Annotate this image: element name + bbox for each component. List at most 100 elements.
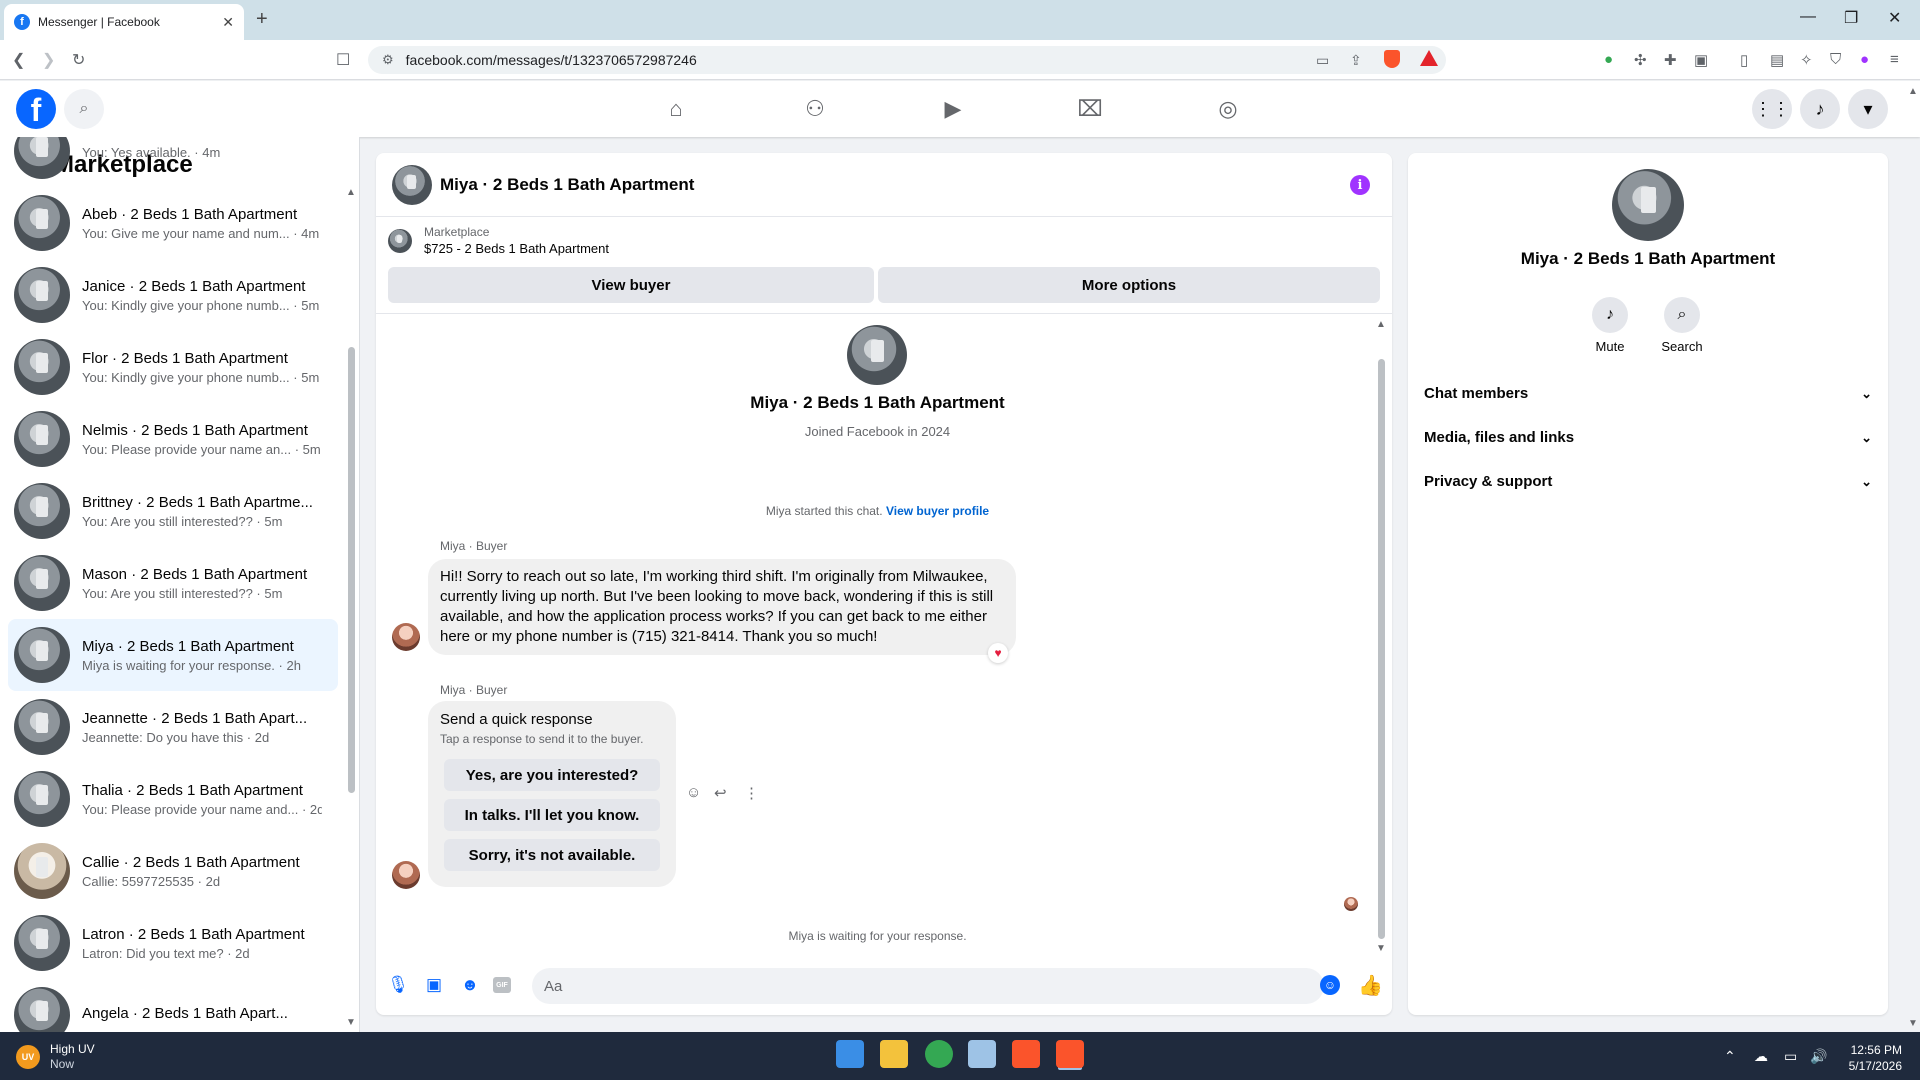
message-bubble[interactable]: Hi!! Sorry to reach out so late, I'm wor…	[428, 559, 1016, 655]
buyer-avatar-2[interactable]	[392, 861, 420, 889]
maximize-button[interactable]: ❐	[1844, 8, 1858, 28]
wallet-icon[interactable]: ▤	[1770, 51, 1784, 69]
scroll-up-arrow-icon[interactable]: ▲	[346, 187, 356, 198]
back-icon[interactable]: ❮	[12, 50, 25, 70]
conversation-item[interactable]: Abeb · 2 Beds 1 Bath Apartment You: Give …	[8, 187, 338, 259]
groups-icon[interactable]: ◎	[1210, 91, 1246, 127]
page-scroll-down-icon[interactable]: ▼	[1908, 1018, 1918, 1029]
brave-rewards-icon[interactable]	[1420, 50, 1438, 66]
conversation-item[interactable]: Thalia · 2 Beds 1 Bath Apartment You: Ple…	[8, 763, 338, 835]
network-icon[interactable]: ▭	[1784, 1048, 1797, 1065]
leo-ai-icon[interactable]: ✧	[1800, 51, 1813, 69]
more-actions-icon[interactable]: ⋮	[744, 784, 759, 802]
conversation-item[interactable]: Latron · 2 Beds 1 Bath Apartment Latron: …	[8, 907, 338, 979]
notifications-bell-icon[interactable]: ♪	[1800, 89, 1840, 129]
conversation-item[interactable]: Miya · 2 Beds 1 Bath Apartment Miya is wa…	[8, 619, 338, 691]
extension-green-icon[interactable]: ●	[1604, 51, 1613, 68]
screenshot-icon[interactable]: ▣	[1694, 51, 1708, 69]
privacy-support-section[interactable]: Privacy & support ⌄	[1424, 473, 1872, 490]
photo-icon[interactable]: ▣	[424, 975, 444, 995]
home-icon[interactable]: ⌂	[658, 91, 694, 127]
browser-tab[interactable]: f Messenger | Facebook ✕	[4, 4, 244, 40]
gif-icon[interactable]: GIF	[493, 977, 511, 993]
brave-shields-icon[interactable]	[1384, 50, 1400, 68]
install-app-icon[interactable]: ▭	[1316, 52, 1329, 69]
taskbar-clock[interactable]: 12:56 PM 5/17/2026	[1842, 1042, 1902, 1074]
weather-widget[interactable]: UV High UV Now	[16, 1042, 95, 1072]
bookmark-icon[interactable]: ☐	[336, 50, 350, 70]
forward-icon[interactable]: ❯	[42, 50, 55, 70]
react-icon[interactable]: ☺	[686, 784, 701, 801]
address-bar[interactable]: ⚙ facebook.com/messages/t/13237065729872…	[368, 46, 1446, 74]
search-icon[interactable]: ⌕	[64, 89, 104, 129]
chat-scroll-down-icon[interactable]: ▼	[1376, 943, 1386, 954]
chat-scroll-up-icon[interactable]: ▲	[1376, 319, 1386, 330]
minimize-button[interactable]: —	[1800, 8, 1816, 26]
reload-icon[interactable]: ↻	[72, 50, 85, 70]
quick-response-unavailable-button[interactable]: Sorry, it's not available.	[444, 839, 660, 871]
reply-icon[interactable]: ↩	[714, 784, 727, 802]
conversation-item[interactable]: Angela · 2 Beds 1 Bath Apart...	[8, 979, 338, 1032]
emoji-icon[interactable]: ☺	[1320, 975, 1340, 995]
profile-avatar[interactable]	[847, 325, 907, 385]
search-button[interactable]: ⌕ Search	[1642, 297, 1722, 354]
microphone-icon[interactable]: 🎙	[387, 975, 409, 995]
sidebar-icon[interactable]: ▯	[1740, 51, 1748, 69]
quick-response-talks-button[interactable]: In talks. I'll let you know.	[444, 799, 660, 831]
menu-grid-icon[interactable]: ⋮⋮	[1752, 89, 1792, 129]
listing-summary[interactable]: Marketplace $725 - 2 Beds 1 Bath Apartme…	[388, 225, 609, 256]
conversation-item[interactable]: Callie · 2 Beds 1 Bath Apartment Callie: …	[8, 835, 338, 907]
onedrive-icon[interactable]: ☁	[1754, 1048, 1768, 1065]
conversation-item[interactable]: Jeannette · 2 Beds 1 Bath Apart... Jeanne…	[8, 691, 338, 763]
extension-icon[interactable]: ✣	[1634, 51, 1647, 69]
conversation-item[interactable]: Flor · 2 Beds 1 Bath Apartment You: Kindl…	[8, 331, 338, 403]
facebook-logo-icon[interactable]: f	[16, 89, 56, 129]
page-scroll-up-icon[interactable]: ▲	[1908, 86, 1918, 97]
conversation-item[interactable]: Nelmis · 2 Beds 1 Bath Apartment You: Ple…	[8, 403, 338, 475]
message-input[interactable]: Aa	[532, 968, 1324, 1004]
conversation-item[interactable]: You: Yes available. · 4m	[8, 137, 338, 187]
sticker-icon[interactable]: ☻	[460, 975, 480, 995]
video-icon[interactable]: ▶	[935, 91, 971, 127]
buyer-avatar[interactable]	[392, 623, 420, 651]
tab-close-icon[interactable]: ✕	[222, 14, 234, 31]
share-icon[interactable]: ⇪	[1350, 52, 1362, 69]
volume-icon[interactable]: 🔊	[1810, 1048, 1827, 1065]
mute-button[interactable]: ♪ Mute	[1570, 297, 1650, 354]
conversation-item[interactable]: Mason · 2 Beds 1 Bath Apartment You: Are …	[8, 547, 338, 619]
thumbs-up-icon[interactable]: 👍	[1358, 973, 1383, 998]
chat-members-section[interactable]: Chat members ⌄	[1424, 385, 1872, 402]
conversation-scrollbar[interactable]	[348, 347, 355, 793]
conversation-item[interactable]: Brittney · 2 Beds 1 Bath Apartme... You: …	[8, 475, 338, 547]
brave-taskbar-icon[interactable]	[1012, 1040, 1040, 1068]
close-window-button[interactable]: ✕	[1888, 8, 1901, 28]
media-files-section[interactable]: Media, files and links ⌄	[1424, 429, 1872, 446]
scroll-down-arrow-icon[interactable]: ▼	[346, 1017, 356, 1028]
details-avatar[interactable]	[1612, 169, 1684, 241]
start-icon[interactable]	[836, 1040, 864, 1068]
heart-reaction-icon[interactable]: ♥	[988, 643, 1008, 663]
conversation-item[interactable]: Janice · 2 Beds 1 Bath Apartment You: Kin…	[8, 259, 338, 331]
chrome-icon[interactable]	[925, 1040, 953, 1068]
view-buyer-profile-link[interactable]: View buyer profile	[886, 504, 989, 518]
chat-title[interactable]: Miya · 2 Beds 1 Bath Apartment	[440, 175, 694, 195]
chat-scrollbar[interactable]	[1378, 359, 1385, 939]
friends-icon[interactable]: ⚇	[797, 91, 833, 127]
account-dropdown-icon[interactable]: ▾	[1848, 89, 1888, 129]
info-icon[interactable]: i	[1350, 175, 1370, 195]
menu-icon[interactable]: ≡	[1890, 51, 1899, 68]
file-explorer-icon[interactable]	[880, 1040, 908, 1068]
vpn-icon[interactable]: ⛉	[1830, 51, 1841, 68]
tray-overflow-icon[interactable]: ⌃	[1724, 1048, 1736, 1065]
view-buyer-button[interactable]: View buyer	[388, 267, 874, 303]
marketplace-icon[interactable]: ⌧	[1072, 91, 1108, 127]
extensions-puzzle-icon[interactable]: ✚	[1664, 51, 1677, 69]
brave-active-taskbar-icon[interactable]	[1056, 1040, 1084, 1068]
site-settings-icon[interactable]: ⚙	[382, 52, 394, 68]
notepad-icon[interactable]	[968, 1040, 996, 1068]
chat-avatar[interactable]	[392, 165, 432, 205]
quick-response-yes-button[interactable]: Yes, are you interested?	[444, 759, 660, 791]
more-options-button[interactable]: More options	[878, 267, 1380, 303]
profile-icon[interactable]: ●	[1860, 51, 1869, 68]
new-tab-button[interactable]: +	[256, 8, 268, 31]
